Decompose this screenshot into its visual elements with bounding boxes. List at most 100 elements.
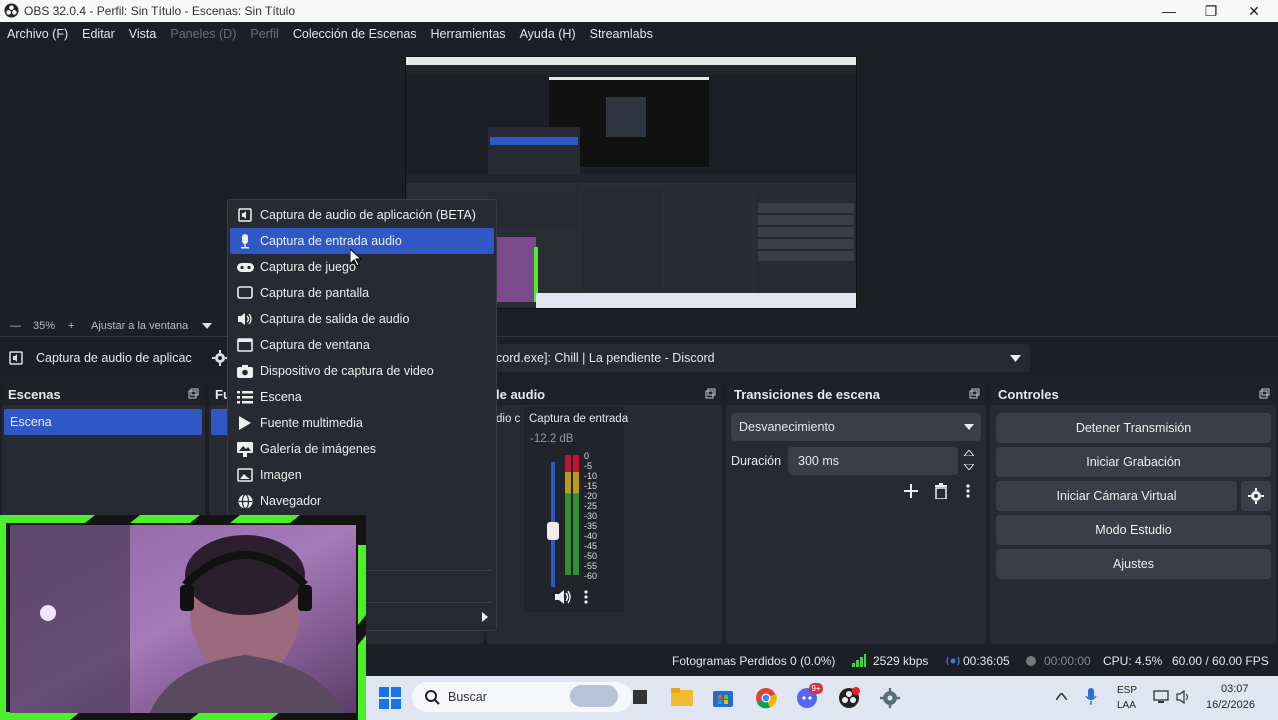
- meter-tick-label: -5: [584, 461, 593, 471]
- menu-tools[interactable]: Herramientas: [431, 27, 506, 41]
- window-selector[interactable]: cord.exe]: Chill | La pendiente - Discor…: [486, 344, 1030, 372]
- audio-meter-left: [565, 455, 571, 575]
- undock-icon[interactable]: [705, 388, 716, 399]
- menu-item-browser[interactable]: Navegador: [230, 488, 494, 514]
- fit-to-window-label: Ajustar a la ventana: [91, 320, 189, 332]
- audio-mixer-header: le audio: [486, 383, 722, 405]
- duration-down-icon[interactable]: [964, 464, 974, 470]
- current-source-name: Captura de audio de aplicac: [36, 351, 192, 365]
- settings-button[interactable]: Ajustes: [996, 549, 1271, 579]
- source-settings-gear-icon[interactable]: [212, 350, 228, 366]
- duration-value: 300 ms: [798, 454, 839, 468]
- clock-date[interactable]: 16/2/2026: [1206, 699, 1255, 711]
- menu-file[interactable]: Archivo (F): [7, 27, 68, 41]
- meter-tick-label: -45: [584, 541, 598, 551]
- obs-taskbar-icon[interactable]: [838, 687, 860, 709]
- controls-dock: Controles Detener Transmisión Iniciar Gr…: [990, 383, 1276, 644]
- menu-help[interactable]: Ayuda (H): [520, 27, 576, 41]
- microphone-tray-icon[interactable]: [1085, 688, 1097, 706]
- list-icon: [230, 390, 260, 404]
- audio-options-icon[interactable]: [584, 590, 588, 604]
- streaming-icon: [946, 656, 960, 666]
- language-top[interactable]: ESP: [1117, 685, 1137, 696]
- stop-streaming-button[interactable]: Detener Transmisión: [996, 413, 1271, 443]
- meter-tick-label: -20: [584, 491, 598, 501]
- taskbar-search[interactable]: Buscar: [412, 682, 632, 712]
- audio-mixer-dock: le audio dio c Captura de entrada -12.2 …: [486, 383, 722, 644]
- menu-streamlabs[interactable]: Streamlabs: [590, 27, 653, 41]
- status-bar: Fotogramas Perdidos 0 (0.0%) 2529 kbps 0…: [366, 646, 1278, 676]
- audio-meter-right: [573, 455, 579, 575]
- menu-item-image-slideshow[interactable]: Galería de imágenes: [230, 436, 494, 462]
- store-icon[interactable]: [713, 687, 733, 707]
- windows-taskbar: Buscar 9+ ESP LAA 03:07 16/2/2026: [366, 676, 1278, 720]
- window-icon: [230, 338, 260, 352]
- network-icon[interactable]: [1153, 690, 1169, 704]
- zoom-dropdown-icon[interactable]: [202, 323, 212, 329]
- title-bar: OBS 32.0.4 - Perfil: Sin Título - Escena…: [0, 0, 1278, 22]
- menu-item-label: Fuente multimedia: [260, 416, 363, 430]
- menu-docks[interactable]: Paneles (D): [170, 27, 236, 41]
- stream-time: 00:36:05: [963, 654, 1010, 668]
- menu-item-label: Dispositivo de captura de video: [260, 364, 434, 378]
- meter-tick-label: -55: [584, 561, 598, 571]
- menu-edit[interactable]: Editar: [82, 27, 115, 41]
- app-audio-icon: [9, 351, 23, 365]
- menu-item-label: Captura de salida de audio: [260, 312, 410, 326]
- menu-item-image[interactable]: Imagen: [230, 462, 494, 488]
- scene-item[interactable]: Escena: [4, 409, 202, 435]
- speaker-icon: [230, 312, 260, 326]
- transition-options-icon[interactable]: [966, 484, 970, 498]
- maximize-button[interactable]: ❐: [1189, 0, 1233, 22]
- add-transition-icon[interactable]: [904, 484, 918, 498]
- volume-slider-handle[interactable]: [547, 521, 559, 540]
- menu-scene-collection[interactable]: Colección de Escenas: [293, 27, 417, 41]
- menu-item-game-capture[interactable]: Captura de juego: [230, 254, 494, 280]
- duration-input[interactable]: 300 ms: [788, 447, 958, 475]
- trash-icon[interactable]: [934, 483, 948, 499]
- menu-item-app-audio-capture[interactable]: Captura de audio de aplicación (BETA): [230, 202, 494, 228]
- search-highlight-icon: [570, 685, 618, 707]
- audio-channel-name: Captura de entrada: [529, 413, 629, 425]
- mute-speaker-icon[interactable]: [554, 589, 572, 605]
- menu-item-display-capture[interactable]: Captura de pantalla: [230, 280, 494, 306]
- windows-start-icon[interactable]: [379, 687, 401, 709]
- record-time: 00:00:00: [1044, 654, 1091, 668]
- meter-tick-label: 0: [584, 451, 590, 461]
- tray-chevron-up-icon[interactable]: [1056, 693, 1067, 700]
- undock-icon[interactable]: [1259, 388, 1270, 399]
- transition-select[interactable]: Desvanecimiento: [731, 413, 981, 441]
- menu-item-scene[interactable]: Escena: [230, 384, 494, 410]
- menu-item-media-source[interactable]: Fuente multimedia: [230, 410, 494, 436]
- start-recording-button[interactable]: Iniciar Grabación: [996, 447, 1271, 477]
- chrome-icon[interactable]: [755, 687, 777, 709]
- zoom-out-button[interactable]: —: [10, 320, 21, 332]
- duration-up-icon[interactable]: [964, 450, 974, 456]
- menu-item-window-capture[interactable]: Captura de ventana: [230, 332, 494, 358]
- task-view-icon[interactable]: [632, 688, 650, 706]
- settings-taskbar-icon[interactable]: [880, 688, 900, 708]
- undock-icon[interactable]: [188, 388, 199, 399]
- menu-view[interactable]: Vista: [129, 27, 157, 41]
- audio-level-value: -12.2 dB: [530, 433, 574, 445]
- menu-item-label: Captura de juego: [260, 260, 356, 274]
- file-explorer-icon[interactable]: [671, 688, 693, 706]
- start-virtual-camera-button[interactable]: Iniciar Cámara Virtual: [996, 481, 1237, 511]
- menu-item-audio-output-capture[interactable]: Captura de salida de audio: [230, 306, 494, 332]
- minimize-button[interactable]: —: [1147, 0, 1191, 22]
- app-audio-icon: [230, 208, 260, 222]
- cpu-usage: CPU: 4.5%: [1103, 654, 1163, 668]
- clock-time[interactable]: 03:07: [1221, 683, 1249, 695]
- undock-icon[interactable]: [969, 388, 980, 399]
- volume-tray-icon[interactable]: [1176, 690, 1192, 704]
- menu-item-audio-input-capture[interactable]: Captura de entrada audio: [230, 228, 494, 254]
- close-button[interactable]: ✕: [1232, 0, 1276, 22]
- submenu-arrow-icon[interactable]: [482, 612, 488, 622]
- studio-mode-button[interactable]: Modo Estudio: [996, 515, 1271, 545]
- menu-item-video-capture-device[interactable]: Dispositivo de captura de video: [230, 358, 494, 384]
- virtual-camera-settings-button[interactable]: [1241, 481, 1271, 511]
- scenes-header: Escenas: [2, 383, 205, 405]
- zoom-in-button[interactable]: +: [68, 320, 74, 332]
- menu-profile[interactable]: Perfil: [250, 27, 278, 41]
- language-bottom[interactable]: LAA: [1117, 700, 1136, 711]
